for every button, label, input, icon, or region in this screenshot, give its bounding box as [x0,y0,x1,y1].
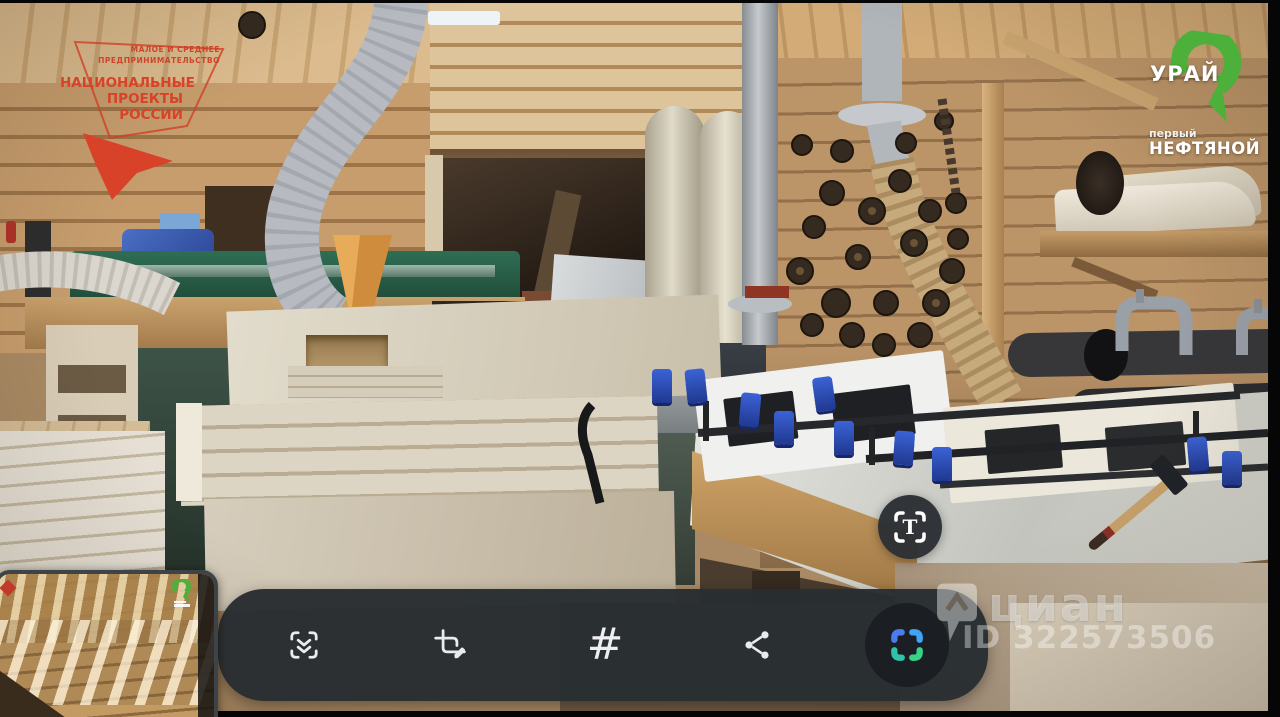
np-title-line2: ПРОЕКТЫ [106,91,183,107]
extract-text-button[interactable]: T [878,495,942,559]
screenshot-toolbar: # [218,589,988,701]
thumb-right-shade [198,574,214,717]
np-title-line3: РОССИИ [119,107,183,123]
crop-edit-button[interactable] [422,617,478,673]
screenshot-root: МАЛОЕ И СРЕДНЕЕ ПРЕДПРИНИМАТЕЛЬСТВО НАЦИ… [0,0,1280,717]
uray-city-label: УРАЙ [1150,62,1220,86]
np-title-line1: НАЦИОНАЛЬНЫЕ [60,75,195,91]
scroll-capture-button[interactable] [276,617,332,673]
thumb-uray-logo-icon [172,579,191,607]
scan-frame-icon [891,629,923,661]
np-top-line1: МАЛОЕ И СРЕДНЕЕ [130,45,220,54]
uray-logo: УРАЙ первый НЕФТЯНОЙ [1140,28,1268,173]
svg-text:T: T [903,515,918,539]
scan-button-active[interactable] [865,603,949,687]
share-button[interactable] [729,617,785,673]
letterbox-right [1268,0,1280,717]
national-projects-logo: МАЛОЕ И СРЕДНЕЕ ПРЕДПРИНИМАТЕЛЬСТВО НАЦИ… [55,35,240,215]
screenshot-thumbnail[interactable] [0,570,218,717]
np-top-line2: ПРЕДПРИНИМАТЕЛЬСТВО [98,56,220,65]
scan-text-icon: T [894,511,926,543]
uray-subtitle-large: НЕФТЯНОЙ [1149,139,1261,158]
crop-edit-icon [434,629,466,659]
letterbox-top [0,0,1280,3]
share-icon [745,631,769,659]
scroll-capture-icon [290,631,318,659]
thumb-lumber-diagonal [0,620,214,705]
np-title-block: НАЦИОНАЛЬНЫЕ ПРОЕКТЫ РОССИИ [60,75,195,123]
hashtag-icon: # [586,619,624,670]
hashtag-button[interactable]: # [577,617,633,673]
